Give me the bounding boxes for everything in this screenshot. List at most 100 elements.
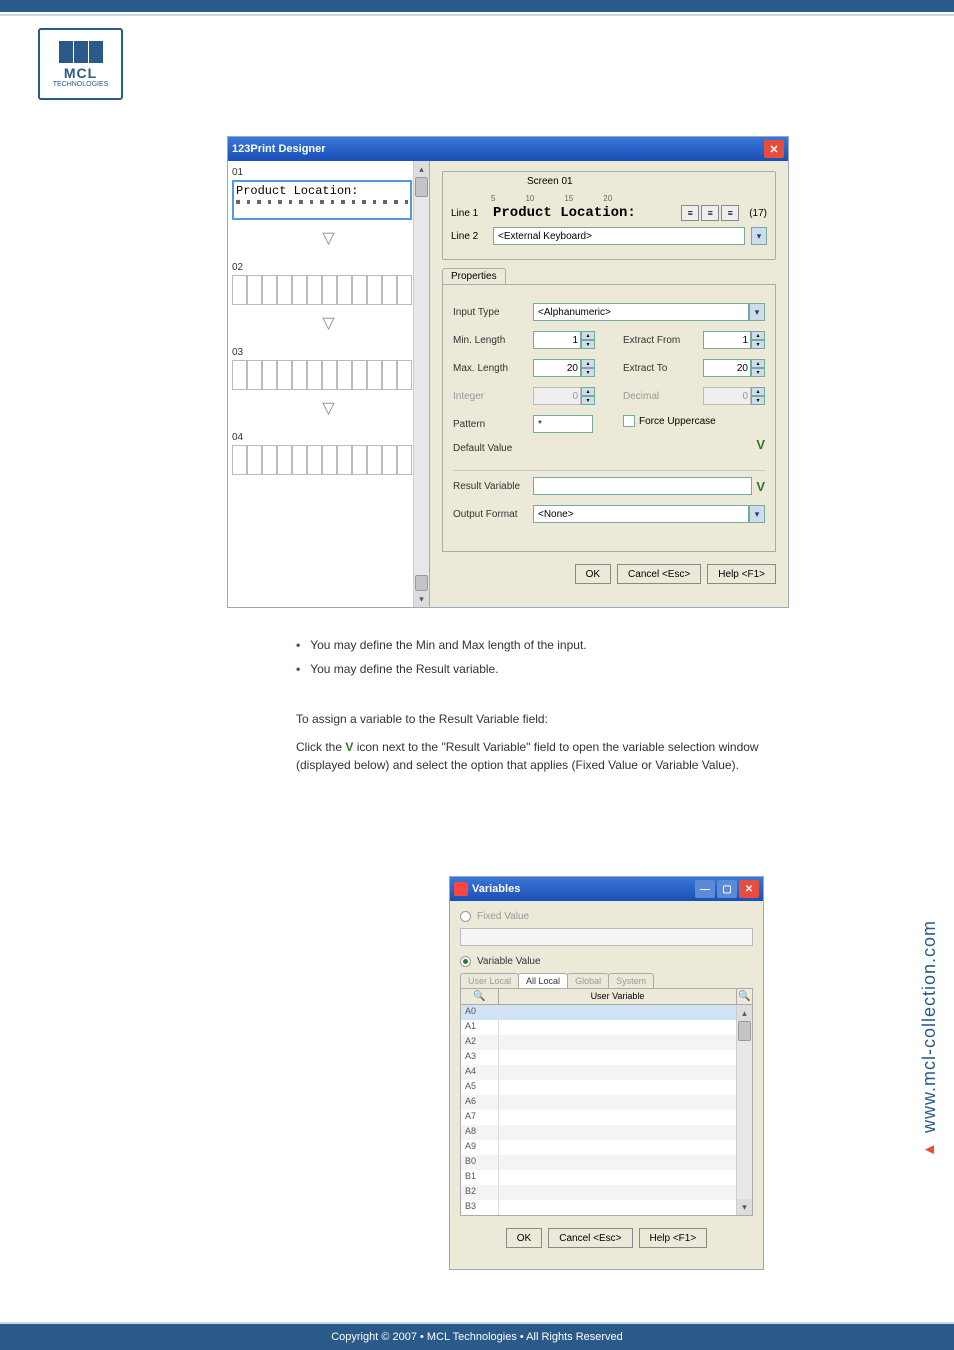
scroll-down-icon[interactable]: ▾ [737,1199,752,1215]
top-separator [0,14,954,16]
close-icon[interactable]: ✕ [739,880,759,898]
screen-number-02: 02 [232,262,425,273]
result-variable-field[interactable] [533,477,752,495]
arrow-down-icon: ▽ [319,228,339,248]
table-row[interactable]: A6 [461,1095,752,1110]
table-row[interactable]: B1 [461,1170,752,1185]
integer-label: Integer [453,391,533,402]
spin-up-icon: ▴ [751,387,765,396]
integer-field [533,387,581,405]
variable-icon-inline: V [345,740,353,754]
maximize-icon[interactable]: ▢ [717,880,737,898]
tab-user-local[interactable]: User Local [460,973,519,988]
variable-value-label: Variable Value [477,956,541,967]
table-row[interactable]: B0 [461,1155,752,1170]
scroll-up-icon[interactable]: ▴ [414,161,429,177]
tab-global[interactable]: Global [567,973,609,988]
help-button[interactable]: Help <F1> [639,1228,708,1248]
table-row[interactable]: A8 [461,1125,752,1140]
extract-from-label: Extract From [623,335,703,346]
table-row[interactable]: A5 [461,1080,752,1095]
table-row[interactable]: A3 [461,1050,752,1065]
max-length-label: Max. Length [453,363,533,374]
output-format-field[interactable] [533,505,749,523]
decimal-field [703,387,751,405]
spin-up-icon[interactable]: ▴ [581,331,595,340]
screen-preview-04[interactable] [232,445,412,475]
search-col-icon[interactable]: 🔍 [461,989,499,1004]
variable-value-radio[interactable] [460,956,471,967]
input-type-dropdown-icon[interactable]: ▾ [749,303,765,321]
body-text-bullets: •You may define the Min and Max length o… [296,636,796,684]
force-uppercase-checkbox[interactable] [623,415,635,427]
close-icon[interactable]: ✕ [764,140,784,158]
spin-down-icon[interactable]: ▾ [751,368,765,377]
tab-system[interactable]: System [608,973,654,988]
designer-window: 123Print Designer ✕ 01 Product Location:… [227,136,789,608]
arrow-down-icon: ▽ [319,398,339,418]
spin-down-icon[interactable]: ▾ [751,340,765,349]
table-row[interactable]: A7 [461,1110,752,1125]
side-url: ▸ www.mcl-collection.com [918,920,940,1161]
ruler: 5101520 [451,194,767,203]
fixed-value-field [460,928,753,946]
window-icon [454,882,468,896]
cancel-button[interactable]: Cancel <Esc> [548,1228,632,1248]
scroll-up-icon[interactable]: ▴ [737,1005,752,1021]
scroll-down-icon[interactable]: ▾ [414,591,429,607]
properties-tab[interactable]: Properties [442,268,506,284]
input-type-field[interactable] [533,303,749,321]
table-scrollbar[interactable]: ▴ ▾ [736,1005,752,1215]
minimize-icon[interactable]: — [695,880,715,898]
fixed-value-radio[interactable] [460,911,471,922]
fixed-value-label: Fixed Value [477,911,529,922]
spin-up-icon[interactable]: ▴ [751,331,765,340]
variables-titlebar: Variables — ▢ ✕ [450,877,763,901]
variable-picker-icon[interactable]: V [756,437,765,452]
pattern-field[interactable] [533,415,593,433]
table-row[interactable]: A0 [461,1005,752,1020]
instruction-pre: Click the [296,740,345,754]
variable-picker-icon[interactable]: V [756,479,765,494]
extract-to-field[interactable] [703,359,751,377]
screen-preview-01[interactable]: Product Location: [232,180,412,220]
search-col-icon[interactable]: 🔍 [736,989,752,1004]
spin-down-icon[interactable]: ▾ [581,368,595,377]
variable-table-body: A0A1A2A3A4A5A6A7A8A9B0B1B2B3 ▴ ▾ [461,1005,752,1215]
logo-text: MCL [64,65,97,81]
screen-preview-03[interactable] [232,360,412,390]
cancel-button[interactable]: Cancel <Esc> [617,564,701,584]
min-length-field[interactable] [533,331,581,349]
table-row[interactable]: A2 [461,1035,752,1050]
extract-from-field[interactable] [703,331,751,349]
logo-subtext: TECHNOLOGIES [53,81,109,88]
footer-text: Copyright © 2007 • MCL Technologies • Al… [331,1331,623,1343]
align-right-icon[interactable]: ≡ [721,205,739,221]
screen-preview-02[interactable] [232,275,412,305]
max-length-field[interactable] [533,359,581,377]
result-variable-label: Result Variable [453,481,533,492]
table-row[interactable]: B3 [461,1200,752,1215]
left-scrollbar[interactable]: ▴ ▾ [413,161,429,607]
output-format-dropdown-icon[interactable]: ▾ [749,505,765,523]
line2-input[interactable] [493,227,745,245]
top-bar [0,0,954,12]
table-row[interactable]: A4 [461,1065,752,1080]
spin-up-icon[interactable]: ▴ [581,359,595,368]
tab-all-local[interactable]: All Local [518,973,568,988]
ok-button[interactable]: OK [506,1228,542,1248]
spin-down-icon[interactable]: ▾ [581,340,595,349]
decimal-label: Decimal [623,391,703,402]
table-row[interactable]: B2 [461,1185,752,1200]
bullet-1: You may define the Min and Max length of… [310,636,586,654]
align-left-icon[interactable]: ≡ [681,205,699,221]
ok-button[interactable]: OK [575,564,611,584]
align-center-icon[interactable]: ≡ [701,205,719,221]
spin-up-icon[interactable]: ▴ [751,359,765,368]
table-row[interactable]: A9 [461,1140,752,1155]
help-button[interactable]: Help <F1> [707,564,776,584]
logo-bars-icon [59,41,103,63]
line2-dropdown-icon[interactable]: ▾ [751,227,767,245]
table-row[interactable]: A1 [461,1020,752,1035]
line1-label: Line 1 [451,208,487,219]
